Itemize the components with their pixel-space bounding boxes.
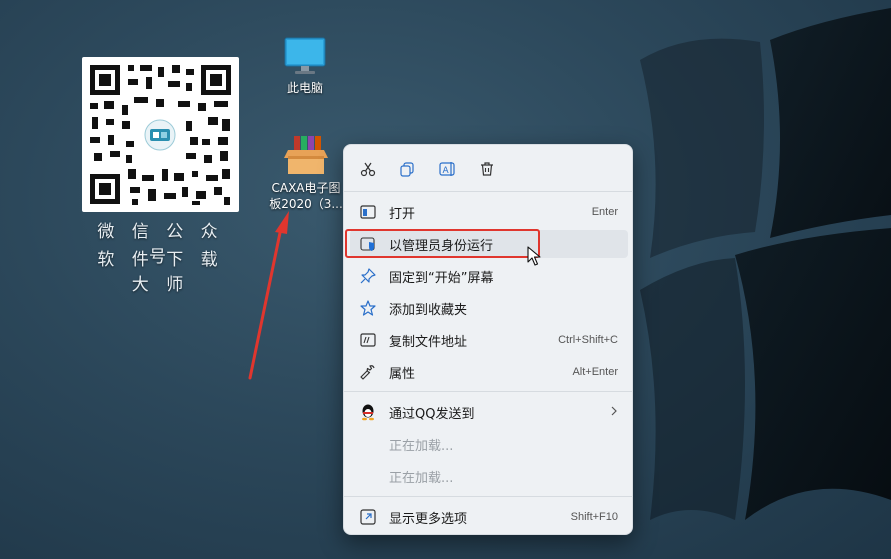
copy-button[interactable] xyxy=(396,158,418,180)
menu-item-label: 正在加载... xyxy=(389,470,454,486)
menu-item-pin-to-start[interactable]: 固定到“开始”屏幕 xyxy=(350,262,628,290)
rename-button[interactable]: A xyxy=(437,158,459,180)
menu-item-open[interactable]: 打开 Enter xyxy=(350,198,628,226)
menu-item-shortcut: Shift+F10 xyxy=(570,511,618,523)
menu-item-shortcut: Ctrl+Shift+C xyxy=(558,334,618,346)
menu-item-properties[interactable]: 属性 Alt+Enter xyxy=(350,358,628,386)
menu-item-loading: 正在加载... xyxy=(350,462,628,490)
menu-item-send-via-qq[interactable]: 通过QQ发送到 xyxy=(350,398,628,426)
delete-button[interactable] xyxy=(476,158,498,180)
wrench-icon xyxy=(359,363,377,381)
menu-item-label: 属性 xyxy=(389,366,416,382)
path-icon xyxy=(359,331,377,349)
menu-item-label: 正在加载... xyxy=(389,438,454,454)
menu-item-show-more-options[interactable]: 显示更多选项 Shift+F10 xyxy=(350,503,628,531)
star-icon xyxy=(359,299,377,317)
pin-icon xyxy=(359,267,377,285)
menu-item-label: 添加到收藏夹 xyxy=(389,302,468,318)
rename-icon: A xyxy=(439,162,455,176)
annotation-highlight-box xyxy=(345,229,540,258)
scissors-icon xyxy=(360,162,376,177)
mouse-cursor-icon xyxy=(527,246,541,266)
menu-separator xyxy=(344,496,632,497)
menu-item-copy-path[interactable]: 复制文件地址 Ctrl+Shift+C xyxy=(350,326,628,354)
qq-penguin-icon xyxy=(359,403,377,421)
menu-separator xyxy=(344,191,632,192)
cut-button[interactable] xyxy=(357,158,379,180)
menu-item-shortcut: Alt+Enter xyxy=(572,366,618,378)
menu-item-label: 显示更多选项 xyxy=(389,511,468,527)
svg-text:A: A xyxy=(443,166,450,176)
menu-item-label: 固定到“开始”屏幕 xyxy=(389,270,494,286)
context-menu: A 打开 Enter 以管理员身份运行 固定到“开始”屏幕 添加到收藏夹 复制文… xyxy=(343,144,633,535)
menu-item-shortcut: Enter xyxy=(591,206,618,218)
open-window-icon xyxy=(359,203,377,221)
menu-item-loading: 正在加载... xyxy=(350,430,628,458)
menu-item-add-favorites[interactable]: 添加到收藏夹 xyxy=(350,294,628,322)
context-menu-toolbar: A xyxy=(344,145,632,191)
menu-item-label: 复制文件地址 xyxy=(389,334,468,350)
trash-icon xyxy=(481,162,493,176)
menu-separator xyxy=(344,391,632,392)
more-options-icon xyxy=(359,508,377,526)
menu-item-label: 通过QQ发送到 xyxy=(389,406,475,422)
chevron-right-icon xyxy=(610,406,618,419)
menu-item-label: 打开 xyxy=(389,206,416,222)
copy-icon xyxy=(400,162,414,177)
